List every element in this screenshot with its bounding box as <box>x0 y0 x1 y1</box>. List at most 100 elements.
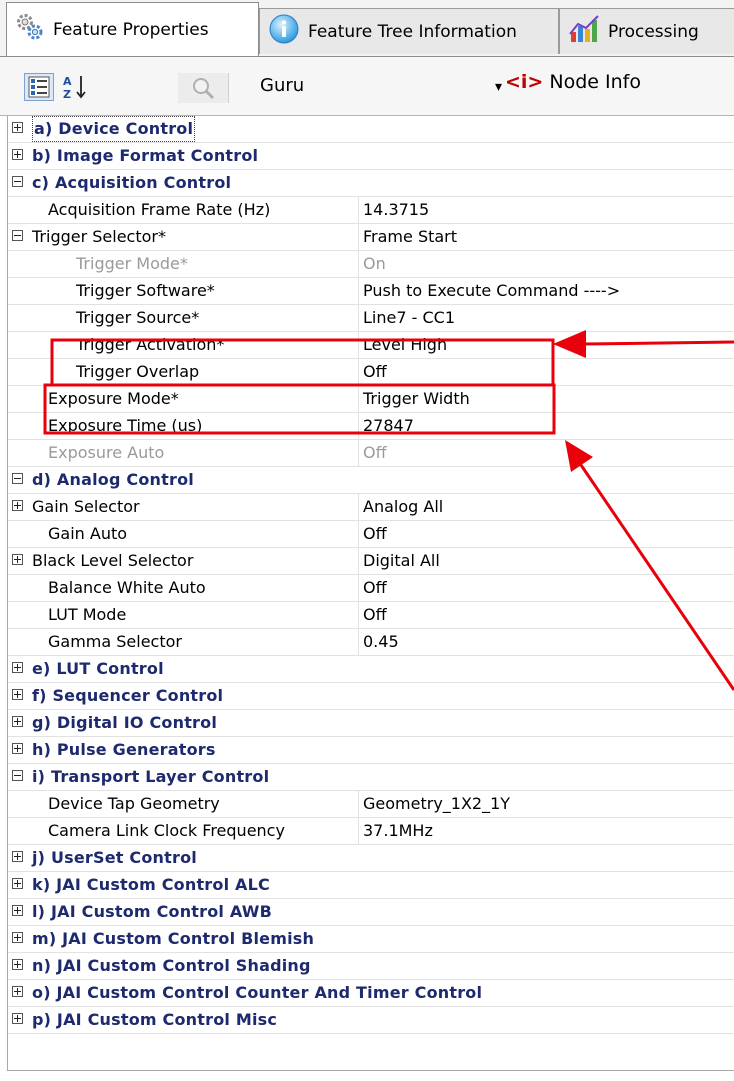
categorized-view-button[interactable] <box>24 73 54 101</box>
collapse-minus-icon[interactable] <box>12 176 23 187</box>
column-separator <box>358 440 359 466</box>
column-separator <box>358 224 359 250</box>
property-row[interactable]: Trigger Overlap Off <box>8 359 734 386</box>
property-row[interactable]: Trigger Software* Push to Execute Command… <box>8 278 734 305</box>
property-value[interactable]: Digital All <box>363 548 440 574</box>
category-label: b) Image Format Control <box>32 146 259 165</box>
search-button[interactable] <box>178 73 229 103</box>
property-row[interactable]: Gain Auto Off <box>8 521 734 548</box>
sort-alphabetical-button[interactable]: A Z <box>60 73 90 101</box>
category-row[interactable]: f) Sequencer Control <box>8 683 734 710</box>
tab-processing[interactable]: Processing <box>559 8 734 54</box>
property-value[interactable]: 27847 <box>363 413 414 439</box>
column-separator <box>358 818 359 844</box>
category-label: i) Transport Layer Control <box>32 767 270 786</box>
property-row[interactable]: Black Level Selector Digital All <box>8 548 734 575</box>
node-info-button[interactable]: <i> Node Info <box>505 71 641 93</box>
property-row[interactable]: Exposure Time (us) 27847 <box>8 413 734 440</box>
property-value[interactable]: Trigger Width <box>363 386 470 412</box>
property-row[interactable]: Balance White Auto Off <box>8 575 734 602</box>
category-row[interactable]: j) UserSet Control <box>8 845 734 872</box>
property-value[interactable]: 37.1MHz <box>363 818 433 844</box>
property-row[interactable]: Device Tap Geometry Geometry_1X2_1Y <box>8 791 734 818</box>
property-value[interactable]: Frame Start <box>363 224 457 250</box>
category-label: e) LUT Control <box>32 659 164 678</box>
property-value[interactable]: Off <box>363 575 387 601</box>
node-info-icon: <i> <box>505 71 544 93</box>
expand-plus-icon[interactable] <box>12 689 23 700</box>
property-name: Gamma Selector <box>48 632 182 651</box>
category-row[interactable]: d) Analog Control <box>8 467 734 494</box>
column-separator <box>358 305 359 331</box>
property-value[interactable]: Line7 - CC1 <box>363 305 455 331</box>
property-row[interactable]: Trigger Selector* Frame Start <box>8 224 734 251</box>
property-value[interactable]: Push to Execute Command ----> <box>363 278 620 304</box>
category-row[interactable]: k) JAI Custom Control ALC <box>8 872 734 899</box>
category-row[interactable]: g) Digital IO Control <box>8 710 734 737</box>
tab-feature-tree-information[interactable]: Feature Tree Information <box>259 8 559 54</box>
expand-plus-icon[interactable] <box>12 986 23 997</box>
expand-plus-icon[interactable] <box>12 1013 23 1024</box>
collapse-minus-icon[interactable] <box>12 770 23 781</box>
visibility-dropdown[interactable]: Guru ▾ <box>250 71 508 103</box>
expand-plus-icon[interactable] <box>12 932 23 943</box>
property-row[interactable]: LUT Mode Off <box>8 602 734 629</box>
category-row[interactable]: m) JAI Custom Control Blemish <box>8 926 734 953</box>
tab-feature-properties[interactable]: Feature Properties <box>6 2 259 56</box>
collapse-minus-icon[interactable] <box>12 230 23 241</box>
property-value[interactable]: 14.3715 <box>363 197 429 223</box>
expand-plus-icon[interactable] <box>12 905 23 916</box>
property-value[interactable]: Analog All <box>363 494 443 520</box>
expand-plus-icon[interactable] <box>12 500 23 511</box>
property-name: Camera Link Clock Frequency <box>48 821 285 840</box>
property-row[interactable]: Exposure Auto Off <box>8 440 734 467</box>
category-row[interactable]: o) JAI Custom Control Counter And Timer … <box>8 980 734 1007</box>
expand-plus-icon[interactable] <box>12 959 23 970</box>
property-value[interactable]: Geometry_1X2_1Y <box>363 791 510 817</box>
category-row[interactable]: n) JAI Custom Control Shading <box>8 953 734 980</box>
category-label: g) Digital IO Control <box>32 713 218 732</box>
property-name: Acquisition Frame Rate (Hz) <box>48 200 271 219</box>
expand-plus-icon[interactable] <box>12 743 23 754</box>
collapse-minus-icon[interactable] <box>12 473 23 484</box>
expand-plus-icon[interactable] <box>12 851 23 862</box>
property-row[interactable]: Camera Link Clock Frequency 37.1MHz <box>8 818 734 845</box>
property-name: Device Tap Geometry <box>48 794 220 813</box>
category-row[interactable]: h) Pulse Generators <box>8 737 734 764</box>
category-row[interactable]: a) Device Control <box>8 116 734 143</box>
category-row[interactable]: p) JAI Custom Control Misc <box>8 1007 734 1034</box>
property-value: Off <box>363 443 387 462</box>
category-row[interactable]: l) JAI Custom Control AWB <box>8 899 734 926</box>
property-row[interactable]: Trigger Mode* On <box>8 251 734 278</box>
expand-plus-icon[interactable] <box>12 878 23 889</box>
property-value[interactable]: Off <box>363 602 387 628</box>
property-value[interactable]: Off <box>363 521 387 547</box>
property-row[interactable]: Gain Selector Analog All <box>8 494 734 521</box>
expand-plus-icon[interactable] <box>12 554 23 565</box>
expand-plus-icon[interactable] <box>12 122 23 133</box>
property-row[interactable]: Gamma Selector 0.45 <box>8 629 734 656</box>
expand-plus-icon[interactable] <box>12 149 23 160</box>
property-value[interactable]: 0.45 <box>363 629 399 655</box>
property-row[interactable]: Trigger Activation* Level High <box>8 332 734 359</box>
category-row[interactable]: b) Image Format Control <box>8 143 734 170</box>
category-row[interactable]: i) Transport Layer Control <box>8 764 734 791</box>
category-row[interactable]: e) LUT Control <box>8 656 734 683</box>
column-separator <box>358 251 359 277</box>
property-row[interactable]: Trigger Source* Line7 - CC1 <box>8 305 734 332</box>
svg-text:Z: Z <box>63 88 71 101</box>
property-name: Exposure Auto <box>48 443 165 462</box>
expand-plus-icon[interactable] <box>12 662 23 673</box>
category-label: d) Analog Control <box>32 470 194 489</box>
property-name: Trigger Source* <box>76 308 200 327</box>
property-row[interactable]: Acquisition Frame Rate (Hz) 14.3715 <box>8 197 734 224</box>
property-value[interactable]: Off <box>363 359 387 385</box>
gear-icon <box>15 12 45 47</box>
property-grid[interactable]: a) Device Control b) Image Format Control… <box>7 116 734 1071</box>
category-label: l) JAI Custom Control AWB <box>32 902 272 921</box>
category-row[interactable]: c) Acquisition Control <box>8 170 734 197</box>
property-row[interactable]: Exposure Mode* Trigger Width <box>8 386 734 413</box>
property-name: Gain Selector <box>32 497 140 516</box>
expand-plus-icon[interactable] <box>12 716 23 727</box>
property-value[interactable]: Level High <box>363 332 447 358</box>
